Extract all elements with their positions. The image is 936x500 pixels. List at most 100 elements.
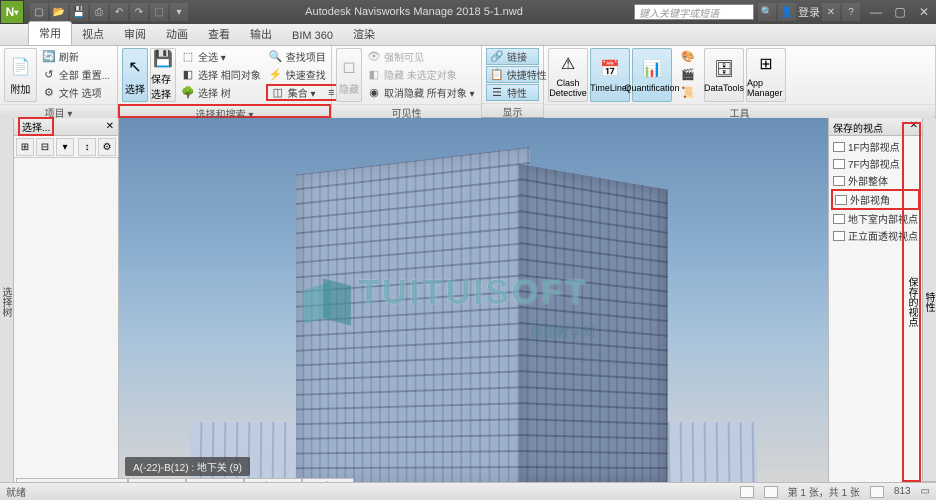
- tree-btn-4[interactable]: ↕: [78, 138, 96, 156]
- appmanager-button[interactable]: ⊞App Manager: [746, 48, 786, 102]
- selection-tree-panel: 选择... ✕ ⊞ ⊟ ▾ ↕ ⚙: [14, 118, 119, 482]
- left-rail[interactable]: 选择树: [0, 118, 14, 482]
- tree-btn-3[interactable]: ▾: [56, 138, 74, 156]
- select-same-button[interactable]: ◧选择 相同对象: [178, 66, 264, 83]
- qat-undo-icon[interactable]: ↶: [110, 3, 128, 21]
- panel-project: 📄附加 🔄刷新 ↺全部 重置... ⚙文件 选项 项目 ▾: [0, 46, 118, 117]
- append-button[interactable]: 📄附加: [4, 48, 37, 102]
- autodesk-rendering-button[interactable]: 🎨: [678, 48, 698, 65]
- select-button[interactable]: ↖选择: [122, 48, 148, 102]
- unhide-icon: ◉: [367, 86, 381, 100]
- close-button[interactable]: ✕: [912, 2, 936, 22]
- require-icon: 👁: [367, 50, 381, 64]
- tree-icon: 🌳: [181, 86, 195, 100]
- selection-tree-title: 选择...: [18, 117, 54, 136]
- selection-tree-button[interactable]: 🌳选择 树: [178, 84, 264, 101]
- clash-icon: ⚠: [556, 52, 580, 76]
- maximize-button[interactable]: ▢: [888, 2, 912, 22]
- datatools-icon: 🗄: [712, 57, 736, 81]
- tree-btn-5[interactable]: ⚙: [98, 138, 116, 156]
- camera-icon: [833, 176, 845, 186]
- reset-all-button[interactable]: ↺全部 重置...: [39, 66, 113, 83]
- panel-close-icon[interactable]: ✕: [106, 121, 114, 132]
- right-tab-saved-views[interactable]: 保存的视点: [902, 122, 921, 482]
- unhide-all-button[interactable]: ◉取消隐藏 所有对象 ▾: [364, 84, 478, 101]
- reset-icon: ↺: [42, 68, 56, 82]
- camera-icon: [833, 231, 845, 241]
- qat-open-icon[interactable]: 📂: [50, 3, 68, 21]
- refresh-button[interactable]: 🔄刷新: [39, 48, 113, 65]
- scripter-button[interactable]: 📜: [678, 84, 698, 101]
- panel-select-search-label: 选择和搜索 ▾: [118, 104, 331, 118]
- options-icon: ⚙: [42, 86, 56, 100]
- exchange-icon[interactable]: ✕: [822, 3, 840, 21]
- tree-btn-2[interactable]: ⊟: [36, 138, 54, 156]
- selection-tree-header[interactable]: 选择... ✕: [14, 118, 118, 136]
- ribbon: 📄附加 🔄刷新 ↺全部 重置... ⚙文件 选项 项目 ▾ ↖选择 💾保存选择 …: [0, 46, 936, 118]
- help-search-input[interactable]: 键入关键字或短语: [634, 4, 754, 20]
- tab-review[interactable]: 审阅: [114, 23, 156, 45]
- props-icon: ☰: [490, 86, 504, 100]
- hide-button[interactable]: ◻隐藏: [336, 48, 362, 102]
- status-thumb-2[interactable]: [764, 486, 778, 498]
- login-label[interactable]: 登录: [798, 4, 820, 20]
- main-area: 选择树 选择... ✕ ⊞ ⊟ ▾ ↕ ⚙ TUITUISOFT 腿腿教学网 A…: [0, 118, 936, 482]
- timeliner-button[interactable]: 📅TimeLiner: [590, 48, 630, 102]
- hide-unselected-button[interactable]: ◧隐藏 未选定对象: [364, 66, 478, 83]
- help-icon[interactable]: ?: [842, 3, 860, 21]
- qprops-icon: 📋: [490, 68, 504, 82]
- hideun-icon: ◧: [367, 68, 381, 82]
- quant-icon: 📊: [640, 57, 664, 81]
- search-icon[interactable]: 🔍: [758, 3, 776, 21]
- bottom-docked-tabs: Quantification 工作簿 项目目录 资源目录 Animator Sc…: [16, 462, 354, 482]
- qat-new-icon[interactable]: ▢: [30, 3, 48, 21]
- app-icon[interactable]: N▾: [0, 0, 24, 24]
- title-bar: N▾ ▢ 📂 💾 ⎙ ↶ ↷ ⬚ ▾ Autodesk Navisworks M…: [0, 0, 936, 24]
- quantification-button[interactable]: 📊Quantification: [632, 48, 672, 102]
- tab-viewpoint[interactable]: 视点: [72, 23, 114, 45]
- panel-visibility-label: 可见性: [332, 104, 481, 118]
- datatools-button[interactable]: 🗄DataTools: [704, 48, 744, 102]
- animator-button[interactable]: 🎬: [678, 66, 698, 83]
- tab-output[interactable]: 输出: [240, 23, 282, 45]
- status-disk-icon: [870, 486, 884, 498]
- camera-icon: [833, 142, 845, 152]
- quick-props-button[interactable]: 📋快捷特性: [486, 66, 539, 83]
- require-button[interactable]: 👁强制可见: [364, 48, 478, 65]
- qat-save-icon[interactable]: 💾: [70, 3, 88, 21]
- tab-home[interactable]: 常用: [28, 21, 72, 45]
- panel-select-search: ↖选择 💾保存选择 ⬚全选 ▾ ◧选择 相同对象 🌳选择 树 🔍查找项目 ⚡快速…: [118, 46, 332, 117]
- clash-button[interactable]: ⚠Clash Detective: [548, 48, 588, 102]
- links-button[interactable]: 🔗链接: [486, 48, 539, 65]
- anim-icon: 🎬: [681, 68, 695, 82]
- right-pane: 保存的视点✕ 1F内部视点 7F内部视点 外部整体 外部视角 地下室内部视点 正…: [828, 118, 936, 482]
- panel-visibility: ◻隐藏 👁强制可见 ◧隐藏 未选定对象 ◉取消隐藏 所有对象 ▾ 可见性: [332, 46, 482, 117]
- tab-animation[interactable]: 动画: [156, 23, 198, 45]
- tab-view[interactable]: 查看: [198, 23, 240, 45]
- user-icon[interactable]: 👤: [778, 3, 796, 21]
- right-tab-properties[interactable]: 特性: [921, 122, 936, 482]
- properties-button[interactable]: ☰特性: [486, 84, 539, 101]
- select-all-button[interactable]: ⬚全选 ▾: [178, 48, 264, 65]
- status-thumb-1[interactable]: [740, 486, 754, 498]
- qat-print-icon[interactable]: ⎙: [90, 3, 108, 21]
- save-selection-button[interactable]: 💾保存选择: [150, 48, 176, 102]
- append-icon: 📄: [8, 55, 32, 79]
- tree-btn-1[interactable]: ⊞: [16, 138, 34, 156]
- hide-icon: ◻: [337, 55, 361, 79]
- qat-more-icon[interactable]: ▾: [170, 3, 188, 21]
- qat-select-icon[interactable]: ⬚: [150, 3, 168, 21]
- camera-icon: [835, 195, 847, 205]
- save-sel-icon: 💾: [151, 49, 175, 69]
- tab-render[interactable]: 渲染: [343, 23, 385, 45]
- tab-bim360[interactable]: BIM 360: [282, 27, 343, 45]
- status-pages: 第 1 张，共 1 张: [788, 484, 860, 499]
- viewport-3d[interactable]: TUITUISOFT 腿腿教学网 A(-22)-B(12) : 地下关 (9): [119, 118, 828, 482]
- minimize-button[interactable]: —: [864, 2, 888, 22]
- right-rail: 特性 保存的视点: [922, 118, 936, 482]
- file-options-button[interactable]: ⚙文件 选项: [39, 84, 113, 101]
- qat-redo-icon[interactable]: ↷: [130, 3, 148, 21]
- selection-tree-toolbar: ⊞ ⊟ ▾ ↕ ⚙: [14, 136, 118, 158]
- status-mem-icon: ▭: [921, 486, 930, 497]
- panel-tools: ⚠Clash Detective 📅TimeLiner 📊Quantificat…: [544, 46, 936, 117]
